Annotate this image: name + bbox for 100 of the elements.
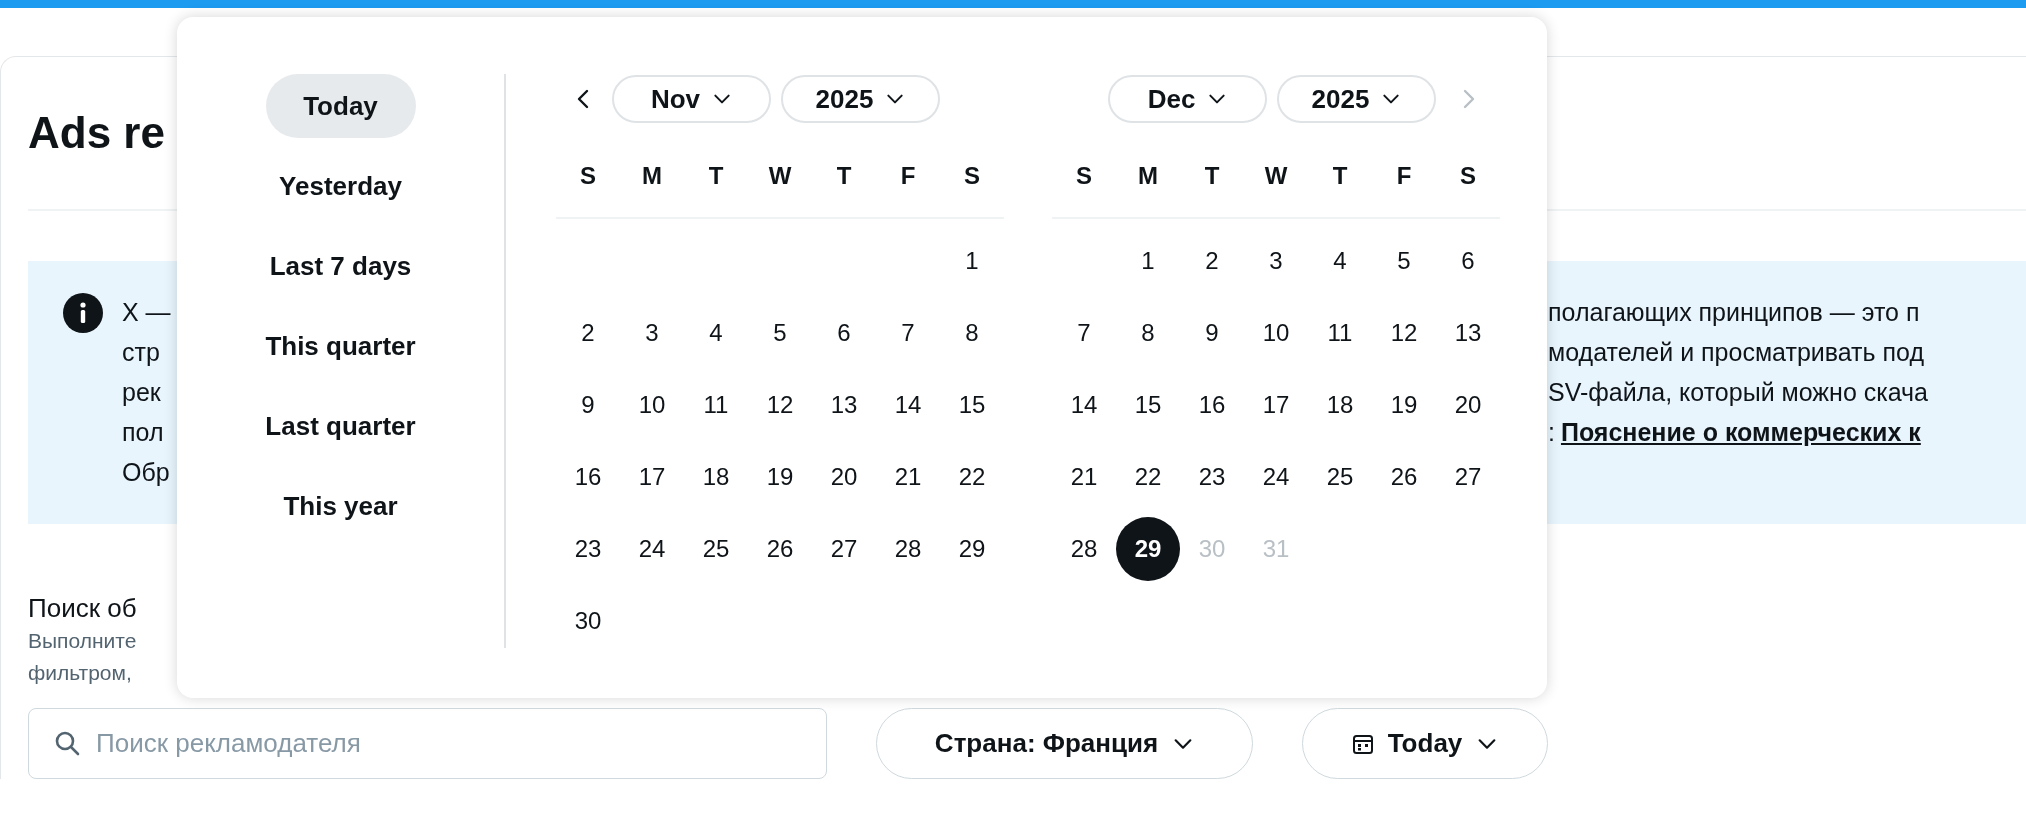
calendar-day[interactable]: 21 <box>876 445 940 509</box>
weekday-label: T <box>836 161 852 191</box>
calendar-day[interactable]: 15 <box>1116 373 1180 437</box>
weekday-label: T <box>1332 161 1348 191</box>
calendar-day[interactable]: 16 <box>556 445 620 509</box>
calendar-day[interactable]: 23 <box>1180 445 1244 509</box>
calendar-day[interactable]: 25 <box>1308 445 1372 509</box>
banner-text: X — <box>122 297 172 328</box>
calendar-day[interactable]: 2 <box>556 301 620 365</box>
banner-text: стр <box>122 337 161 368</box>
calendar-day[interactable]: 11 <box>1308 301 1372 365</box>
calendar-day[interactable]: 20 <box>812 445 876 509</box>
weekday-label: T <box>1204 161 1220 191</box>
calendar-day[interactable]: 3 <box>1244 229 1308 293</box>
calendar-day[interactable]: 26 <box>1372 445 1436 509</box>
calendar-day[interactable]: 13 <box>1436 301 1500 365</box>
calendar-day[interactable]: 6 <box>812 301 876 365</box>
weekday-label: W <box>768 161 792 191</box>
calendar-day[interactable]: 29 <box>1116 517 1180 581</box>
section-description: фильтром, <box>28 660 132 686</box>
preset-option[interactable]: Today <box>265 74 416 138</box>
calendar-day[interactable]: 19 <box>1372 373 1436 437</box>
calendar-day[interactable]: 7 <box>876 301 940 365</box>
calendar-day[interactable]: 4 <box>1308 229 1372 293</box>
calendar-day[interactable]: 7 <box>1052 301 1116 365</box>
calendar-day[interactable]: 14 <box>1052 373 1116 437</box>
calendar-day[interactable]: 5 <box>1372 229 1436 293</box>
calendar-day[interactable]: 23 <box>556 517 620 581</box>
search-icon <box>53 729 81 757</box>
weekday-label: S <box>1460 161 1476 191</box>
calendar-day[interactable]: 28 <box>1052 517 1116 581</box>
calendar-day[interactable]: 22 <box>940 445 1004 509</box>
calendar-day[interactable]: 20 <box>1436 373 1500 437</box>
banner-text: : <box>1548 418 1555 446</box>
preset-option[interactable]: Last 7 days <box>243 234 438 298</box>
calendar-day[interactable]: 28 <box>876 517 940 581</box>
calendar-day[interactable]: 22 <box>1116 445 1180 509</box>
weekday-label: M <box>1138 161 1158 191</box>
month-select[interactable]: Nov <box>612 75 771 123</box>
calendar-day[interactable]: 8 <box>940 301 1004 365</box>
year-select[interactable]: 2025 <box>1277 75 1436 123</box>
calendar-day[interactable]: 4 <box>684 301 748 365</box>
preset-option[interactable]: This year <box>257 474 424 538</box>
page-title: Ads re <box>28 107 165 159</box>
weekday-label: W <box>1264 161 1288 191</box>
calendar-day[interactable]: 1 <box>1116 229 1180 293</box>
calendar-day[interactable]: 27 <box>812 517 876 581</box>
calendar-icon <box>1351 732 1374 755</box>
calendar-day[interactable]: 10 <box>1244 301 1308 365</box>
calendar-day[interactable]: 9 <box>556 373 620 437</box>
calendar-day[interactable]: 21 <box>1052 445 1116 509</box>
calendar-day[interactable]: 17 <box>620 445 684 509</box>
explanation-link[interactable]: Пояснение о коммерческих к <box>1560 418 1921 446</box>
banner-text: рек <box>122 377 162 408</box>
banner-text: полагающих принципов — это п <box>1548 298 1920 326</box>
year-select[interactable]: 2025 <box>781 75 940 123</box>
weekday-label: S <box>964 161 980 191</box>
weekday-label: F <box>1396 161 1412 191</box>
weekday-label: T <box>708 161 724 191</box>
calendar-day[interactable]: 27 <box>1436 445 1500 509</box>
calendar-day[interactable]: 11 <box>684 373 748 437</box>
calendar-day[interactable]: 14 <box>876 373 940 437</box>
search-field[interactable]: Поиск рекламодателя <box>28 708 827 779</box>
banner-text: SV-файла, который можно скача <box>1548 378 1928 406</box>
weekday-label: S <box>1076 161 1092 191</box>
calendar-day[interactable]: 5 <box>748 301 812 365</box>
calendar-day[interactable]: 16 <box>1180 373 1244 437</box>
calendar-day[interactable]: 12 <box>1372 301 1436 365</box>
date-filter-button[interactable]: Today <box>1302 708 1548 779</box>
section-title: Поиск об <box>28 592 137 625</box>
calendar-day[interactable]: 12 <box>748 373 812 437</box>
calendar-day[interactable]: 9 <box>1180 301 1244 365</box>
weekday-label: M <box>642 161 662 191</box>
calendar-day[interactable]: 1 <box>940 229 1004 293</box>
calendar-day: 30 <box>1180 517 1244 581</box>
calendar-day[interactable]: 13 <box>812 373 876 437</box>
preset-option[interactable]: Last quarter <box>239 394 442 458</box>
calendar-day[interactable]: 19 <box>748 445 812 509</box>
info-icon <box>63 293 103 333</box>
month-select[interactable]: Dec <box>1108 75 1267 123</box>
calendar-day[interactable]: 25 <box>684 517 748 581</box>
calendar-day[interactable]: 18 <box>684 445 748 509</box>
calendar-day[interactable]: 2 <box>1180 229 1244 293</box>
calendar-day[interactable]: 24 <box>1244 445 1308 509</box>
calendar-day[interactable]: 8 <box>1116 301 1180 365</box>
calendar-day[interactable]: 29 <box>940 517 1004 581</box>
calendar-day[interactable]: 30 <box>556 589 620 653</box>
calendar-day[interactable]: 10 <box>620 373 684 437</box>
calendar-day[interactable]: 17 <box>1244 373 1308 437</box>
preset-option[interactable]: Yesterday <box>253 154 428 218</box>
calendar-day[interactable]: 15 <box>940 373 1004 437</box>
section-description: Выполните <box>28 628 137 654</box>
calendar-day: 31 <box>1244 517 1308 581</box>
calendar-day[interactable]: 24 <box>620 517 684 581</box>
calendar-day[interactable]: 3 <box>620 301 684 365</box>
preset-option[interactable]: This quarter <box>239 314 442 378</box>
calendar-day[interactable]: 6 <box>1436 229 1500 293</box>
calendar-day[interactable]: 18 <box>1308 373 1372 437</box>
country-filter-button[interactable]: Страна: Франция <box>876 708 1253 779</box>
calendar-day[interactable]: 26 <box>748 517 812 581</box>
